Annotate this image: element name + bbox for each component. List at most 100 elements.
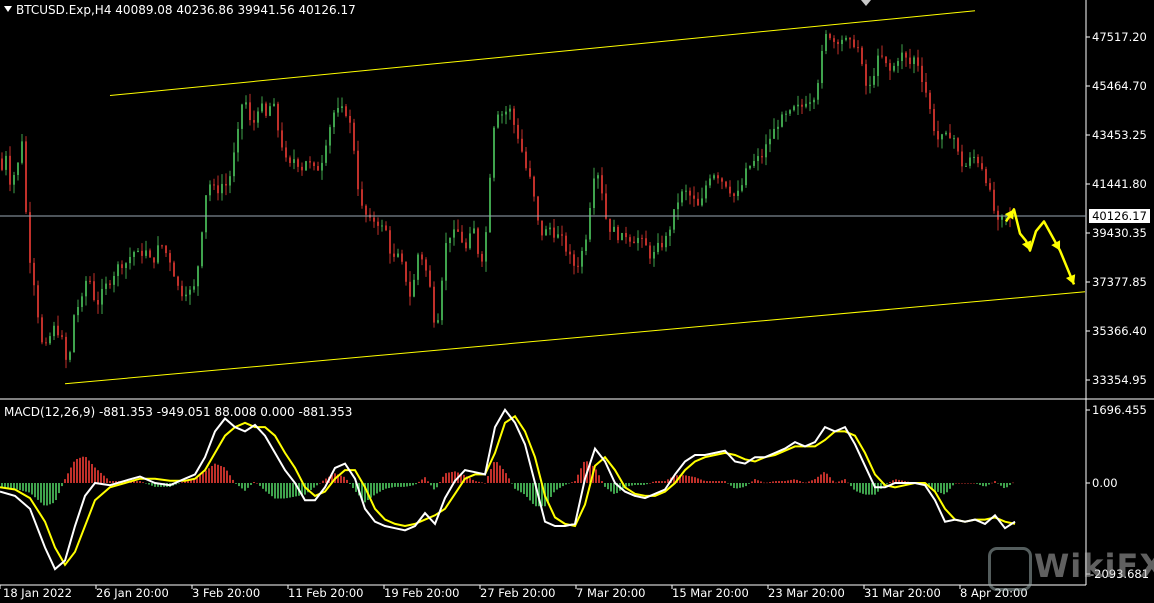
macd-tick-1: 0.00	[1092, 476, 1118, 490]
macd-histogram-bar	[688, 476, 690, 483]
macd-histogram-bar	[481, 482, 483, 483]
time-tick-2: 3 Feb 20:00	[192, 586, 261, 600]
macd-histogram-bar	[415, 483, 417, 485]
macd-histogram-bar	[604, 483, 606, 487]
macd-histogram-bar	[853, 483, 855, 490]
macd-histogram-bar	[838, 481, 840, 483]
candle-body	[581, 250, 583, 267]
macd-histogram-bar	[313, 483, 315, 488]
candle-body	[937, 131, 939, 140]
macd-histogram-bar	[433, 483, 435, 490]
macd-histogram-bar	[514, 483, 516, 489]
macd-histogram-bar	[31, 483, 33, 495]
candle-body	[5, 155, 7, 170]
candle-body	[309, 161, 311, 163]
candle-body	[517, 124, 519, 139]
candle-body	[721, 178, 723, 182]
candle-body	[913, 57, 915, 65]
candle-body	[685, 190, 687, 192]
time-tick-3: 11 Feb 20:00	[288, 586, 364, 600]
candle-body	[353, 122, 355, 151]
candle-body	[441, 280, 443, 321]
candle-body	[597, 175, 599, 179]
macd-histogram-bar	[568, 483, 570, 484]
macd-histogram-bar	[805, 482, 807, 484]
macd-histogram-bar	[868, 483, 870, 495]
macd-histogram-bar	[577, 474, 579, 483]
macd-histogram-bar	[379, 483, 381, 492]
candle-body	[633, 241, 635, 244]
macd-histogram-bar	[511, 483, 513, 484]
macd-histogram-bar	[97, 470, 99, 483]
candle-body	[949, 132, 951, 139]
watermark-text: WikiFX	[1034, 547, 1154, 585]
macd-histogram-bar	[685, 475, 687, 483]
macd-histogram-bar	[49, 483, 51, 505]
macd-histogram-bar	[376, 483, 378, 494]
macd-histogram-bar	[832, 480, 834, 483]
candle-body	[889, 63, 891, 71]
macd-histogram-bar	[268, 483, 270, 494]
macd-histogram-bar	[310, 483, 312, 490]
macd-histogram-bar	[232, 479, 234, 483]
candle-body	[117, 264, 119, 276]
macd-histogram-bar	[754, 479, 756, 483]
macd-histogram-bar	[256, 483, 258, 484]
macd-histogram-bar	[862, 483, 864, 494]
candle-body	[213, 184, 215, 186]
candle-body	[377, 221, 379, 226]
macd-histogram-bar	[772, 481, 774, 483]
candle-body	[333, 112, 335, 128]
macd-histogram-bar	[550, 483, 552, 497]
macd-histogram-bar	[505, 473, 507, 483]
candle-body	[125, 263, 127, 269]
macd-histogram-bar	[988, 483, 990, 485]
candle-body	[237, 128, 239, 153]
candle-body	[821, 50, 823, 84]
time-tick-4: 19 Feb 20:00	[384, 586, 460, 600]
collapse-triangle-icon[interactable]	[4, 6, 12, 12]
macd-histogram-bar	[808, 481, 810, 483]
candle-body	[993, 189, 995, 211]
macd-histogram-bar	[43, 483, 45, 506]
candle-body	[749, 165, 751, 169]
candle-body	[757, 156, 759, 161]
candle-body	[969, 157, 971, 166]
candle-body	[21, 141, 23, 163]
candle-body	[285, 147, 287, 158]
candle-body	[713, 175, 715, 179]
candle-body	[877, 55, 879, 76]
macd-histogram-bar	[580, 468, 582, 483]
macd-histogram-bar	[694, 477, 696, 483]
macd-histogram-bar	[640, 483, 642, 485]
macd-histogram-bar	[406, 483, 408, 487]
macd-histogram-bar	[691, 476, 693, 483]
candle-body	[157, 245, 159, 263]
macd-histogram-bar	[265, 483, 267, 492]
macd-histogram-bar	[706, 481, 708, 483]
candle-body	[81, 296, 83, 307]
macd-histogram-bar	[976, 483, 978, 484]
candle-body	[409, 281, 411, 297]
macd-histogram-bar	[343, 476, 345, 483]
macd-histogram-bar	[523, 483, 525, 495]
macd-histogram-bar	[472, 479, 474, 483]
candle-body	[321, 162, 323, 171]
candle-body	[273, 103, 275, 107]
candle-body	[437, 320, 439, 323]
macd-histogram-bar	[1006, 483, 1008, 488]
macd-histogram-bar	[613, 483, 615, 494]
candle-body	[989, 183, 991, 190]
candle-body	[413, 279, 415, 297]
candle-body	[849, 37, 851, 40]
macd-histogram-bar	[940, 483, 942, 494]
candle-body	[445, 243, 447, 281]
candle-body	[337, 108, 339, 113]
macd-histogram-bar	[67, 473, 69, 483]
candle-body	[37, 285, 39, 318]
macd-histogram-bar	[226, 470, 228, 483]
macd-histogram-bar	[70, 467, 72, 483]
macd-histogram-bar	[889, 482, 891, 483]
macd-histogram-bar	[82, 456, 84, 483]
candle-body	[225, 183, 227, 186]
